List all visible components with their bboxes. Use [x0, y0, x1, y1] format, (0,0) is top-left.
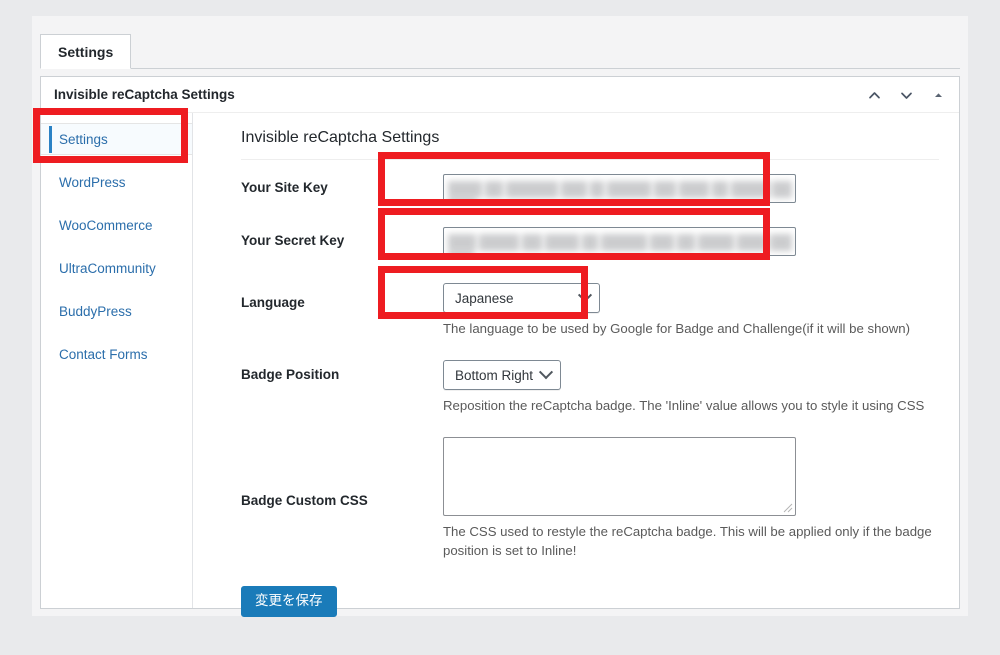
move-down-button[interactable] — [895, 84, 917, 106]
submit-wrap: 変更を保存 — [241, 586, 959, 618]
metabox-header: Invisible reCaptcha Settings — [41, 77, 959, 113]
tab-strip: Settings — [40, 34, 960, 69]
form-row-badge-custom-css: Badge Custom CSS The CSS used to restyle… — [241, 437, 959, 560]
form-row-badge-position: Badge Position Bottom Right Reposition t… — [241, 360, 959, 415]
settings-metabox: Invisible reCaptcha Settings Settings Wo… — [40, 76, 960, 618]
resize-handle-icon[interactable] — [782, 502, 793, 513]
badge-position-selected-value: Bottom Right — [455, 367, 534, 383]
screenshot-root: Settings Invisible reCaptcha Settings Se… — [0, 0, 1000, 655]
badge-position-description: Reposition the reCaptcha badge. The 'Inl… — [443, 398, 925, 413]
language-field-wrap: Japanese The language to be used by Goog… — [443, 283, 959, 338]
sidebar-item-label: WordPress — [59, 174, 126, 190]
form-row-secret-key: Your Secret Key — [241, 227, 959, 256]
sidebar-item-woocommerce[interactable]: WooCommerce — [41, 209, 192, 241]
tab-settings-label: Settings — [58, 43, 114, 60]
settings-sidebar: Settings WordPress WooCommerce UltraComm… — [41, 113, 193, 608]
badge-custom-css-description: The CSS used to restyle the reCaptcha ba… — [443, 524, 932, 558]
form-row-site-key: Your Site Key — [241, 174, 959, 203]
sidebar-item-label: BuddyPress — [59, 303, 132, 319]
badge-custom-css-label: Badge Custom CSS — [241, 493, 368, 508]
settings-form: Your Site Key Your Secret Key Language J… — [241, 174, 959, 560]
site-key-label: Your Site Key — [241, 180, 328, 195]
redacted-value — [448, 181, 795, 202]
secret-key-field-wrap — [443, 227, 959, 256]
badge-position-label: Badge Position — [241, 367, 340, 382]
sidebar-item-contact-forms[interactable]: Contact Forms — [41, 338, 192, 370]
sidebar-item-wordpress[interactable]: WordPress — [41, 166, 192, 198]
admin-frame: Settings Invisible reCaptcha Settings Se… — [32, 16, 968, 618]
panel-divider — [241, 159, 939, 160]
chevron-down-icon — [899, 88, 914, 103]
sidebar-item-ultracommunity[interactable]: UltraCommunity — [41, 252, 192, 284]
redacted-value — [448, 234, 795, 255]
toggle-panel-button[interactable] — [927, 84, 949, 106]
language-selected-value: Japanese — [455, 290, 514, 306]
sidebar-item-label: WooCommerce — [59, 217, 153, 233]
badge-position-select[interactable]: Bottom Right — [443, 360, 562, 390]
secret-key-input[interactable] — [443, 227, 796, 256]
metabox-handle-actions — [863, 77, 949, 113]
secret-key-label: Your Secret Key — [241, 233, 345, 248]
badge-custom-css-textarea[interactable] — [443, 437, 796, 516]
tab-settings[interactable]: Settings — [40, 34, 132, 69]
triangle-up-icon — [932, 89, 945, 102]
settings-panel: Invisible reCaptcha Settings Your Site K… — [193, 113, 959, 618]
site-key-field-wrap — [443, 174, 959, 203]
metabox-title: Invisible reCaptcha Settings — [54, 86, 235, 102]
sidebar-item-label: Contact Forms — [59, 346, 148, 362]
chevron-down-icon — [538, 365, 554, 380]
panel-title: Invisible reCaptcha Settings — [241, 129, 440, 146]
metabox-body: Settings WordPress WooCommerce UltraComm… — [41, 113, 959, 618]
sidebar-item-label: Settings — [59, 131, 108, 147]
site-key-input[interactable] — [443, 174, 796, 203]
save-changes-button[interactable]: 変更を保存 — [241, 586, 337, 618]
sidebar-item-buddypress[interactable]: BuddyPress — [41, 295, 192, 327]
language-select[interactable]: Japanese — [443, 283, 600, 313]
badge-position-field-wrap: Bottom Right Reposition the reCaptcha ba… — [443, 360, 959, 415]
sidebar-item-settings[interactable]: Settings — [41, 123, 192, 155]
badge-custom-css-field-wrap: The CSS used to restyle the reCaptcha ba… — [443, 437, 959, 560]
language-label: Language — [241, 295, 305, 310]
move-up-button[interactable] — [863, 84, 885, 106]
sidebar-item-label: UltraCommunity — [59, 260, 156, 276]
chevron-down-icon — [577, 288, 593, 303]
chevron-up-icon — [867, 88, 882, 103]
language-description: The language to be used by Google for Ba… — [443, 321, 910, 336]
form-row-language: Language Japanese The language to be use… — [241, 283, 959, 338]
